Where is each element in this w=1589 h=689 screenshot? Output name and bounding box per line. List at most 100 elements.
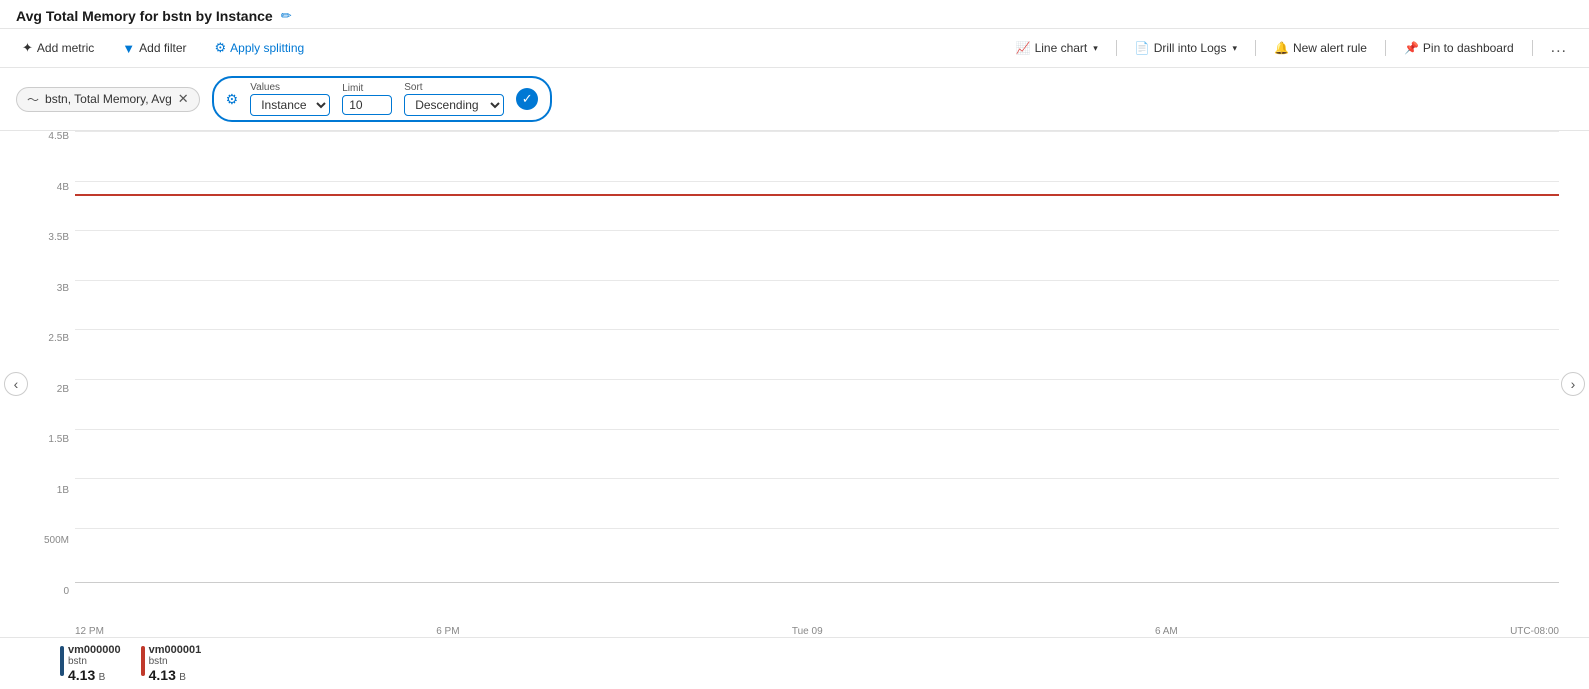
- limit-control-group: Limit: [342, 83, 392, 115]
- y-label-2b: 2B: [57, 384, 69, 395]
- legend-bar-vm000000: [60, 646, 64, 676]
- limit-label: Limit: [342, 83, 392, 94]
- add-metric-button[interactable]: ✦ Add metric: [16, 36, 100, 60]
- splitting-controls: ⚙ Values Instance Limit Sort Descending …: [212, 76, 553, 122]
- data-line-main: [75, 194, 1559, 196]
- toolbar-divider-4: [1532, 40, 1533, 56]
- values-control-group: Values Instance: [250, 82, 330, 116]
- legend-metric-vm000000: bstn: [68, 656, 121, 667]
- chart-plot: [75, 131, 1559, 582]
- limit-input[interactable]: [342, 95, 392, 115]
- legend-item-vm000000: vm000000 bstn 4.13 B: [60, 644, 121, 683]
- new-alert-icon: 🔔: [1274, 41, 1289, 55]
- line-chart-dropdown-icon: ▾: [1093, 43, 1098, 54]
- x-label-6pm: 6 PM: [436, 626, 459, 637]
- page-container: Avg Total Memory for bstn by Instance ✏ …: [0, 0, 1589, 689]
- legend-value-vm000001: 4.13 B: [149, 667, 202, 683]
- nav-left-button[interactable]: ‹: [4, 372, 28, 396]
- legend-metric-vm000001: bstn: [149, 656, 202, 667]
- drill-logs-button[interactable]: 📄 Drill into Logs ▾: [1129, 37, 1243, 59]
- x-label-tue09: Tue 09: [792, 626, 823, 637]
- new-alert-label: New alert rule: [1293, 41, 1367, 55]
- line-chart-label: Line chart: [1035, 41, 1088, 55]
- legend-vm-vm000001: vm000001: [149, 644, 202, 656]
- toolbar-divider-1: [1116, 40, 1117, 56]
- drill-logs-icon: 📄: [1135, 41, 1150, 55]
- legend-bar-vm000001: [141, 646, 145, 676]
- splitting-area: 〜 bstn, Total Memory, Avg ✕ ⚙ Values Ins…: [0, 68, 1589, 131]
- legend-vm-vm000000: vm000000: [68, 644, 121, 656]
- confirm-button[interactable]: ✓: [516, 88, 538, 110]
- grid-line-4: [75, 280, 1559, 281]
- grid-line-7: [75, 429, 1559, 430]
- toolbar: ✦ Add metric ▼ Add filter ⚙ Apply splitt…: [0, 29, 1589, 68]
- sort-control-group: Sort Descending Ascending: [404, 82, 504, 116]
- chart-area: ‹ › 4.5B 4B 3.5B 3B 2.5B 2B 1.5B 1B 500M…: [0, 131, 1589, 637]
- apply-splitting-button[interactable]: ⚙ Apply splitting: [209, 36, 311, 60]
- legend-value-num-vm000000: 4.13: [68, 667, 95, 683]
- metric-tag-close-button[interactable]: ✕: [178, 91, 189, 107]
- edit-icon[interactable]: ✏: [281, 8, 292, 24]
- add-filter-label: Add filter: [139, 41, 186, 55]
- y-label-3b: 3B: [57, 283, 69, 294]
- metric-tag-label: bstn, Total Memory, Avg: [45, 92, 172, 106]
- legend-value-vm000000: 4.13 B: [68, 667, 121, 683]
- grid-line-5: [75, 329, 1559, 330]
- pin-dashboard-label: Pin to dashboard: [1423, 41, 1514, 55]
- add-metric-label: Add metric: [37, 41, 94, 55]
- y-label-0: 0: [63, 586, 69, 597]
- page-header: Avg Total Memory for bstn by Instance ✏: [0, 0, 1589, 29]
- split-icon: ⚙: [226, 91, 239, 108]
- grid-line-9: [75, 528, 1559, 529]
- add-filter-button[interactable]: ▼ Add filter: [116, 37, 192, 60]
- y-label-4b: 4B: [57, 182, 69, 193]
- y-label-2-5b: 2.5B: [48, 333, 69, 344]
- metric-tag: 〜 bstn, Total Memory, Avg ✕: [16, 87, 200, 112]
- legend-value-num-vm000001: 4.13: [149, 667, 176, 683]
- y-label-1-5b: 1.5B: [48, 434, 69, 445]
- y-label-4-5b: 4.5B: [48, 131, 69, 142]
- drill-logs-dropdown-icon: ▾: [1232, 43, 1237, 54]
- toolbar-divider-2: [1255, 40, 1256, 56]
- legend-area: vm000000 bstn 4.13 B vm000001 bstn 4.13 …: [0, 637, 1589, 689]
- legend-item-vm000001: vm000001 bstn 4.13 B: [141, 644, 202, 683]
- legend-info-vm000001: vm000001 bstn 4.13 B: [149, 644, 202, 683]
- grid-line-1: [75, 131, 1559, 132]
- y-label-1b: 1B: [57, 485, 69, 496]
- toolbar-right: 📈 Line chart ▾ 📄 Drill into Logs ▾ 🔔 New…: [1010, 35, 1573, 61]
- pin-dashboard-icon: 📌: [1404, 41, 1419, 55]
- y-label-500m: 500M: [44, 535, 69, 546]
- sort-select[interactable]: Descending Ascending: [404, 94, 504, 116]
- toolbar-divider-3: [1385, 40, 1386, 56]
- more-label: ...: [1551, 39, 1567, 57]
- drill-logs-label: Drill into Logs: [1154, 41, 1227, 55]
- grid-line-6: [75, 379, 1559, 380]
- nav-right-button[interactable]: ›: [1561, 372, 1585, 396]
- add-filter-icon: ▼: [122, 41, 135, 56]
- legend-unit-vm000000: B: [99, 672, 106, 683]
- legend-info-vm000000: vm000000 bstn 4.13 B: [68, 644, 121, 683]
- grid-line-2: [75, 181, 1559, 182]
- more-button[interactable]: ...: [1545, 35, 1573, 61]
- add-metric-icon: ✦: [22, 40, 33, 56]
- new-alert-button[interactable]: 🔔 New alert rule: [1268, 37, 1373, 59]
- metric-tag-icon: 〜: [27, 91, 39, 108]
- line-chart-icon: 📈: [1016, 41, 1031, 55]
- grid-line-8: [75, 478, 1559, 479]
- apply-splitting-icon: ⚙: [215, 40, 227, 56]
- pin-dashboard-button[interactable]: 📌 Pin to dashboard: [1398, 37, 1520, 59]
- grid-line-3: [75, 230, 1559, 231]
- x-label-utc: UTC-08:00: [1510, 626, 1559, 637]
- x-axis: 12 PM 6 PM Tue 09 6 AM UTC-08:00: [75, 582, 1559, 637]
- toolbar-left: ✦ Add metric ▼ Add filter ⚙ Apply splitt…: [16, 36, 310, 60]
- y-label-3-5b: 3.5B: [48, 232, 69, 243]
- values-select[interactable]: Instance: [250, 94, 330, 116]
- x-label-12pm: 12 PM: [75, 626, 104, 637]
- x-label-6am: 6 AM: [1155, 626, 1178, 637]
- apply-splitting-label: Apply splitting: [230, 41, 304, 55]
- line-chart-button[interactable]: 📈 Line chart ▾: [1010, 37, 1104, 59]
- sort-label: Sort: [404, 82, 504, 93]
- page-title: Avg Total Memory for bstn by Instance: [16, 8, 273, 24]
- y-axis: 4.5B 4B 3.5B 3B 2.5B 2B 1.5B 1B 500M 0: [30, 131, 75, 597]
- chart-inner: 4.5B 4B 3.5B 3B 2.5B 2B 1.5B 1B 500M 0: [30, 131, 1559, 637]
